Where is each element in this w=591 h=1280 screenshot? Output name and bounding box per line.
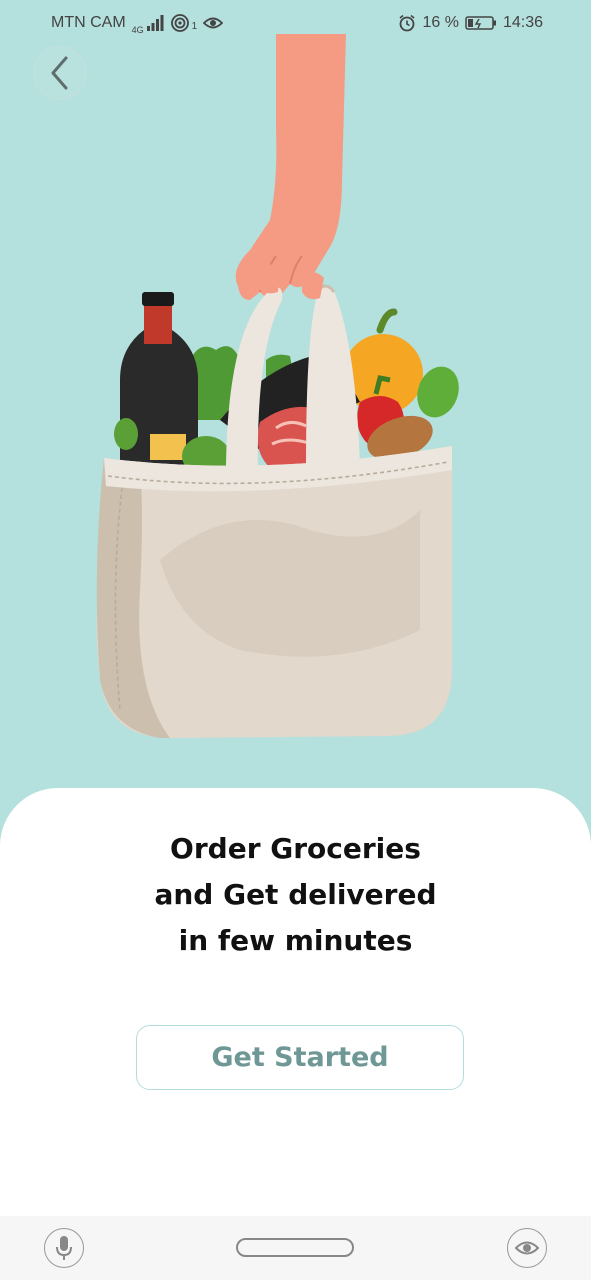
headline-line-1: Order Groceries xyxy=(170,832,421,865)
microphone-icon xyxy=(56,1236,72,1260)
home-pill[interactable] xyxy=(236,1238,354,1257)
headline-line-2: and Get delivered xyxy=(154,878,437,911)
headline-line-3: in few minutes xyxy=(178,924,413,957)
system-nav-bar xyxy=(0,1216,591,1280)
eye-button[interactable] xyxy=(507,1228,547,1268)
mic-button[interactable] xyxy=(44,1228,84,1268)
eye-comfort-icon xyxy=(203,17,224,29)
chevron-left-icon xyxy=(51,56,68,90)
signal-icon xyxy=(146,15,164,31)
battery-icon xyxy=(465,16,496,30)
headline: Order Groceries and Get delivered in few… xyxy=(0,826,591,964)
back-button[interactable] xyxy=(33,46,87,100)
clock: 14:36 xyxy=(502,14,543,31)
get-started-button[interactable]: Get Started xyxy=(136,1025,464,1090)
grocery-bag-illustration xyxy=(96,34,459,738)
eye-icon xyxy=(515,1241,539,1255)
